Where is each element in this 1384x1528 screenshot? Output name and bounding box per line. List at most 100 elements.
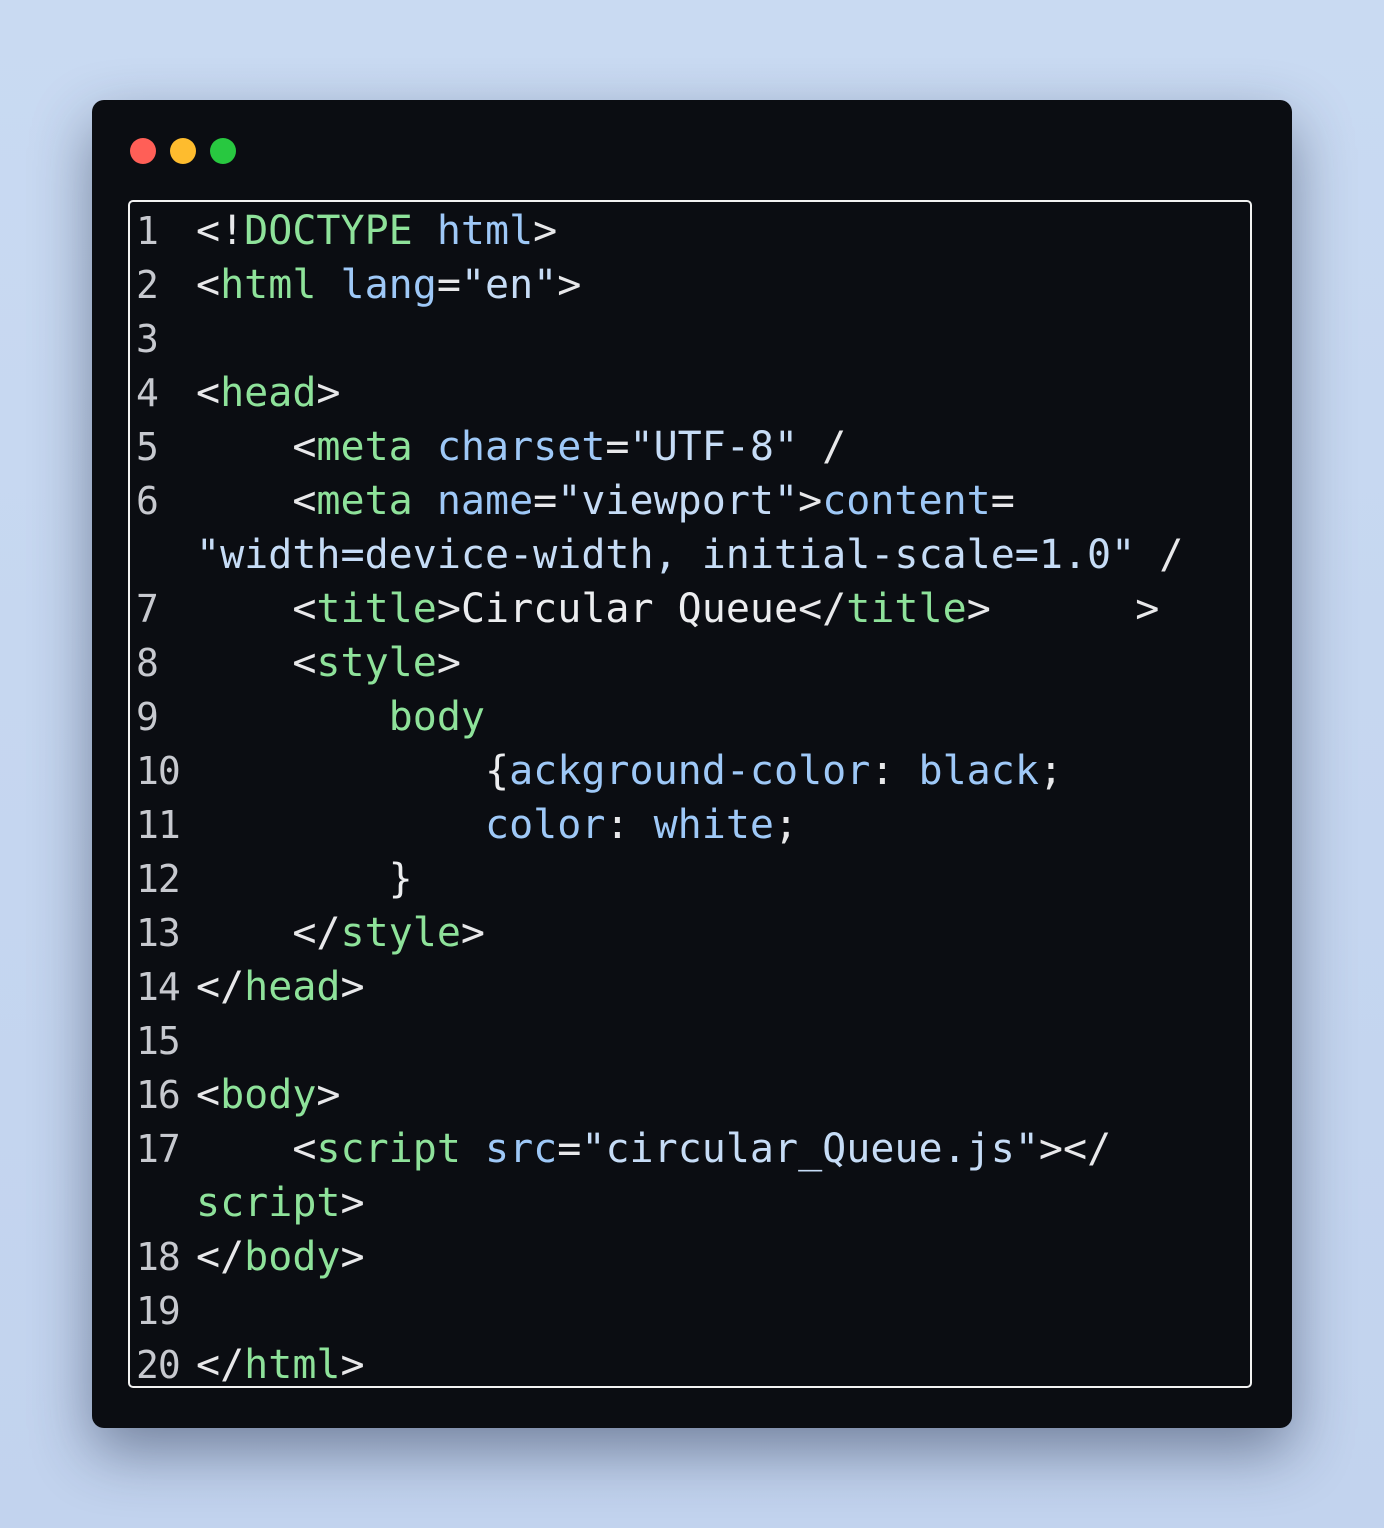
code-token: > >: [966, 586, 1160, 632]
minimize-button[interactable]: [170, 138, 196, 164]
code-token: lang: [340, 262, 437, 308]
code-token: head: [220, 370, 317, 416]
code-token: <!: [196, 208, 245, 254]
code-token: >: [316, 1072, 341, 1118]
line-code: </body>: [196, 1230, 365, 1284]
line-number: 3: [136, 317, 159, 361]
maximize-button[interactable]: [210, 138, 236, 164]
code-line: 16 <body>: [130, 1068, 1250, 1122]
code-lines: 1 <!DOCTYPE html> 2 <html lang="en"> 3 4 <head…: [130, 202, 1250, 1386]
line-code: <meta name="viewport">content=: [196, 474, 1015, 528]
code-line: 6 <meta name="viewport">content=: [130, 474, 1250, 528]
code-token: script: [316, 1126, 461, 1172]
code-token: charset: [436, 424, 606, 470]
line-number: 20: [136, 1343, 181, 1387]
code-line: 3: [130, 312, 1250, 366]
line-code: </head>: [196, 960, 365, 1014]
code-token: ;: [1038, 748, 1063, 794]
line-code: <head>: [196, 366, 341, 420]
code-token: >: [533, 208, 558, 254]
code-token: <: [196, 370, 221, 416]
line-code: script>: [196, 1176, 365, 1230]
code-token: >: [316, 370, 341, 416]
code-line: 14 </head>: [130, 960, 1250, 1014]
code-token: white: [653, 802, 774, 848]
code-line: 4 <head>: [130, 366, 1250, 420]
code-token: body: [220, 1072, 317, 1118]
line-number: 13: [136, 911, 181, 955]
code-token: <: [196, 1072, 221, 1118]
code-line: 1 <!DOCTYPE html>: [130, 204, 1250, 258]
code-line: "width=device-width, initial-scale=1.0" …: [130, 528, 1250, 582]
line-number: 12: [136, 857, 181, 901]
line-code: </style>: [196, 906, 485, 960]
code-token: "UTF-8": [629, 424, 799, 470]
code-editor[interactable]: 1 <!DOCTYPE html> 2 <html lang="en"> 3 4 <head…: [128, 200, 1252, 1388]
code-line: 17 <script src="circular_Queue.js"></: [130, 1122, 1250, 1176]
line-code: <body>: [196, 1068, 341, 1122]
code-token: /: [798, 424, 847, 470]
code-token: ackground-color: [509, 748, 871, 794]
line-code: {ackground-color: black;: [196, 744, 1063, 798]
code-token: DOCTYPE: [244, 208, 413, 254]
line-number: 15: [136, 1019, 181, 1063]
code-token: >: [557, 262, 582, 308]
code-line: 18 </body>: [130, 1230, 1250, 1284]
code-token: style: [340, 910, 461, 956]
line-number: 7: [136, 587, 159, 631]
code-line: 5 <meta charset="UTF-8" /: [130, 420, 1250, 474]
code-window: 1 <!DOCTYPE html> 2 <html lang="en"> 3 4 <head…: [92, 100, 1292, 1428]
line-number: 6: [136, 479, 159, 523]
line-number: 2: [136, 263, 159, 307]
code-token: =: [990, 478, 1015, 524]
line-number: 11: [136, 803, 181, 847]
line-number: 19: [136, 1289, 181, 1333]
code-token: meta: [316, 478, 413, 524]
code-token: </: [196, 910, 341, 956]
code-line: 10 {ackground-color: black;: [130, 744, 1250, 798]
code-token: name: [436, 478, 534, 524]
code-token: src: [485, 1126, 558, 1172]
close-button[interactable]: [130, 138, 156, 164]
code-token: black: [918, 748, 1039, 794]
code-token: color: [484, 802, 606, 848]
line-number: 1: [136, 209, 159, 253]
line-code: <script src="circular_Queue.js"></: [196, 1122, 1111, 1176]
line-number: 18: [136, 1235, 181, 1279]
code-line: 20 </html>: [130, 1338, 1250, 1388]
window-controls: [130, 138, 236, 164]
line-number: 4: [136, 371, 159, 415]
code-token: <: [196, 586, 317, 632]
code-token: {: [484, 748, 510, 794]
line-code: <meta charset="UTF-8" /: [196, 420, 846, 474]
code-token: "width=device-width, initial-scale=1.0": [196, 532, 1136, 578]
line-number: 14: [136, 965, 181, 1009]
code-token: ;: [774, 802, 799, 848]
code-token: "en": [460, 262, 558, 308]
code-token: <: [196, 478, 317, 524]
code-line: 15: [130, 1014, 1250, 1068]
code-token: >: [436, 586, 461, 632]
line-code: <html lang="en">: [196, 258, 581, 312]
code-token: =: [533, 478, 558, 524]
code-token: /: [1135, 532, 1184, 578]
line-number: 17: [136, 1127, 181, 1171]
line-code: color: white;: [196, 798, 798, 852]
code-token: :: [870, 748, 919, 794]
code-line: 9 body: [130, 690, 1250, 744]
code-line: 19: [130, 1284, 1250, 1338]
code-line: 8 <style>: [130, 636, 1250, 690]
code-token: }: [196, 856, 413, 902]
code-token: title: [846, 586, 967, 632]
code-token: body: [388, 694, 485, 740]
line-code: </html>: [196, 1338, 365, 1388]
code-token: >: [340, 1342, 365, 1388]
code-line: 11 color: white;: [130, 798, 1250, 852]
code-line: script>: [130, 1176, 1250, 1230]
